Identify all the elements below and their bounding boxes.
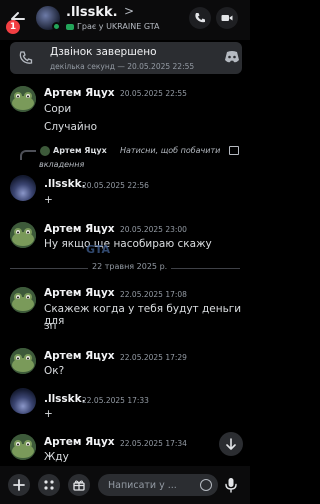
voice-message-button[interactable] (224, 477, 238, 497)
avatar[interactable] (10, 348, 36, 374)
phone-hangup-icon (19, 51, 33, 64)
message-timestamp: 22.05.2025 17:29 (120, 353, 187, 362)
chevron-right-icon: > (124, 4, 135, 18)
message-text: Сори (44, 103, 72, 115)
watermark: GTA (86, 243, 110, 256)
apps-button[interactable] (38, 474, 60, 496)
frog-avatar-icon (10, 222, 36, 248)
gamepad-icon (66, 23, 74, 30)
frog-avatar-icon (10, 287, 36, 313)
message-text: Случайно (44, 121, 98, 133)
message-timestamp: 20.05.2025 23:00 (120, 225, 187, 234)
reply-text[interactable]: вкладення (39, 160, 84, 169)
unread-badge: 1 (6, 20, 20, 34)
avatar[interactable] (10, 86, 36, 112)
call-ended-banner: Дзвінок завершено декілька секунд — 20.0… (10, 42, 242, 74)
message-text: Жду (44, 451, 69, 463)
call-subtitle: декілька секунд — 20.05.2025 22:55 (50, 62, 195, 71)
message-author[interactable]: Артем Яцух (44, 223, 115, 235)
channel-name[interactable]: .llsskk. (66, 5, 118, 20)
message-timestamp: 22.05.2025 17:33 (82, 396, 149, 405)
reply-avatar (40, 146, 50, 156)
jump-to-bottom-button[interactable] (219, 432, 243, 456)
message-author[interactable]: Артем Яцух (44, 87, 115, 99)
gift-button[interactable] (68, 474, 90, 496)
online-status-dot (52, 22, 61, 31)
message-author[interactable]: Артем Яцух (44, 436, 115, 448)
emoji-icon[interactable] (200, 479, 212, 491)
date-divider-label: 22 травня 2025 р. (88, 262, 172, 271)
message-text: + (44, 194, 53, 206)
message-text: Ок? (44, 365, 65, 377)
avatar[interactable] (10, 388, 36, 414)
video-camera-icon (221, 15, 233, 21)
plus-icon (13, 479, 25, 491)
phone-icon (195, 13, 205, 23)
gift-icon (73, 480, 85, 491)
attach-button[interactable] (8, 474, 30, 496)
frog-avatar-icon (10, 348, 36, 374)
reply-connector (20, 150, 36, 160)
chat-header: 1 .llsskk. > Грає у UKRAINE GTA (0, 0, 250, 40)
frog-avatar-icon (10, 434, 36, 460)
grid-icon (44, 480, 54, 490)
message-author[interactable]: Артем Яцух (44, 350, 115, 362)
video-call-button[interactable] (216, 7, 238, 29)
discord-icon (225, 51, 239, 63)
activity-text: Грає у UKRAINE GTA (77, 22, 160, 31)
avatar[interactable] (10, 434, 36, 460)
arrow-down-icon (226, 438, 236, 450)
message-text: Ну якщо ще насобираю скажу (44, 238, 212, 250)
reply-author[interactable]: Артем Яцух (53, 146, 107, 155)
message-composer (0, 466, 250, 504)
message-timestamp: 20.05.2025 22:55 (120, 89, 187, 98)
voice-call-button[interactable] (189, 7, 211, 29)
image-icon (229, 146, 239, 155)
message-author[interactable]: Артем Яцух (44, 287, 115, 299)
reply-text[interactable]: Натисни, щоб побачити (120, 146, 220, 155)
avatar[interactable] (10, 222, 36, 248)
avatar[interactable] (10, 175, 36, 201)
activity-status: Грає у UKRAINE GTA (66, 22, 159, 31)
message-timestamp: 22.05.2025 17:08 (120, 290, 187, 299)
call-title: Дзвінок завершено (50, 46, 157, 58)
message-text: + (44, 408, 53, 420)
avatar[interactable] (10, 287, 36, 313)
message-timestamp: 22.05.2025 17:34 (120, 439, 187, 448)
message-timestamp: 20.05.2025 22:56 (82, 181, 149, 190)
frog-avatar-icon (10, 86, 36, 112)
message-author[interactable]: .llsskk. (44, 178, 86, 190)
message-author[interactable]: .llsskk. (44, 393, 86, 405)
message-text: Скажеж когда у тебя будут деньги для (44, 303, 242, 327)
message-text: зп (44, 320, 57, 332)
microphone-icon (225, 478, 237, 493)
